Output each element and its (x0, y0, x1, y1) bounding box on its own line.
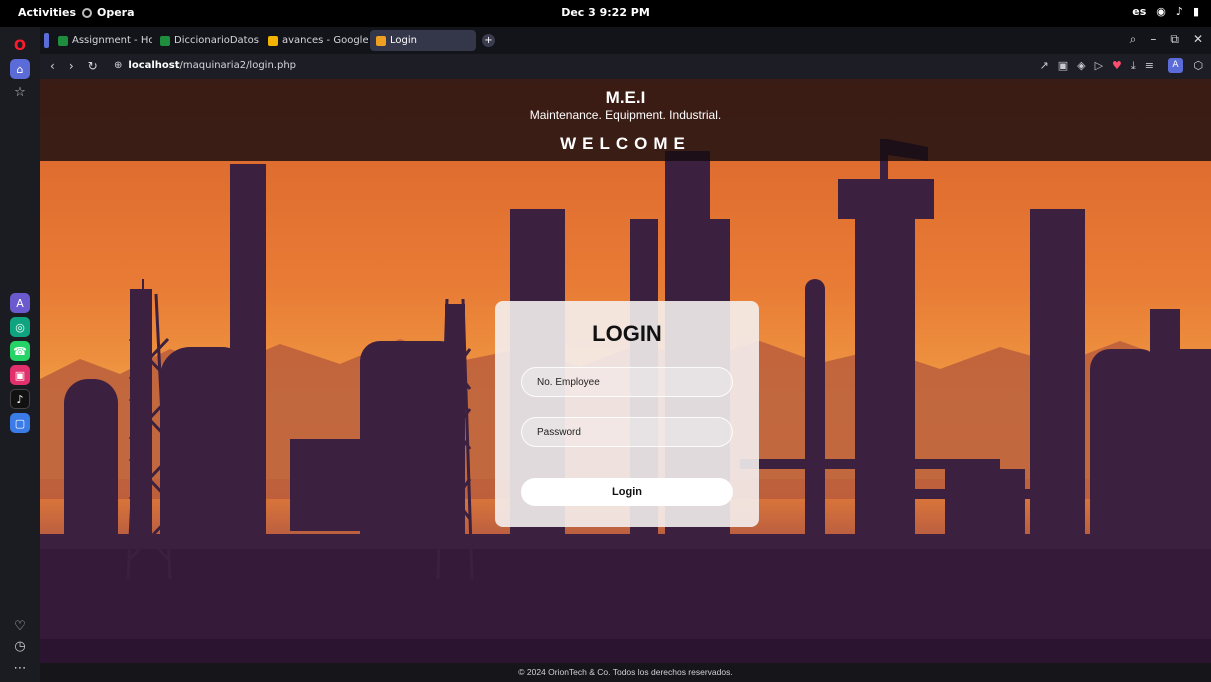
download-icon[interactable]: ⤓ (1131, 59, 1136, 73)
back-icon[interactable]: ‹ (50, 59, 55, 73)
window-controls: ⌕ – ⧉ ✕ (1130, 32, 1203, 47)
easy-setup-icon[interactable]: ≡ (1145, 59, 1154, 73)
messenger-icon[interactable]: ▢ (10, 413, 30, 433)
vpn-icon[interactable]: ◈ (1077, 59, 1085, 73)
employee-number-input[interactable] (521, 367, 733, 397)
tab-label: Login (390, 35, 417, 46)
new-tab-button[interactable]: + (482, 34, 495, 47)
workspace-indicator[interactable] (44, 33, 49, 48)
site-tagline: Maintenance. Equipment. Industrial. (529, 108, 722, 122)
address-bar: ‹ › ↻ ⊕ localhost/maquinaria2/login.php … (40, 54, 1211, 79)
extensions-icon[interactable]: ⬡ (1193, 59, 1203, 72)
heart-icon[interactable]: ♥ (1112, 59, 1122, 73)
language-indicator[interactable]: es (1132, 5, 1146, 18)
player-icon[interactable]: ▷ (1095, 59, 1103, 73)
google-drive-icon (268, 35, 278, 46)
bookmarks-icon[interactable]: ☆ (10, 85, 30, 103)
login-button[interactable]: Login (521, 478, 733, 506)
activities-button[interactable]: Activities (18, 6, 76, 19)
home-icon[interactable]: ⌂ (10, 59, 30, 79)
profile-avatar[interactable]: A (1168, 58, 1183, 73)
volume-icon: ♪ (1175, 5, 1183, 18)
chatgpt-icon[interactable]: ◎ (10, 317, 30, 337)
forward-icon[interactable]: › (69, 59, 74, 73)
restore-icon[interactable]: ⧉ (1170, 32, 1179, 47)
url-field[interactable]: ⊕ localhost/maquinaria2/login.php (114, 60, 296, 71)
site-header: M.E.I Maintenance. Equipment. Industrial… (40, 79, 1211, 161)
tab-login[interactable]: Login (370, 30, 476, 51)
login-card: LOGIN Login (495, 301, 759, 527)
opera-app-icon (82, 7, 92, 18)
site-favicon-icon (376, 35, 386, 46)
sheets-icon (58, 35, 68, 46)
tab-label: DiccionarioDatos.xls (174, 35, 260, 46)
instagram-icon[interactable]: ▣ (10, 365, 30, 385)
snapshot-icon[interactable]: ▣ (1058, 59, 1068, 73)
url-path: /maquinaria2/login.php (179, 60, 297, 71)
browser-sidebar: O ⌂ ☆ A ◎ ☎ ▣ ♪ ▢ ♡ ◷ ⋯ (0, 27, 40, 682)
share-icon[interactable]: ↗ (1039, 59, 1048, 73)
favorites-icon[interactable]: ♡ (10, 619, 30, 637)
login-title: LOGIN (592, 321, 662, 346)
tab-assignment[interactable]: Assignment - Hojas (52, 30, 152, 51)
system-tray[interactable]: es ◉ ♪ ▮ (1132, 5, 1199, 18)
history-icon[interactable]: ◷ (10, 639, 30, 657)
battery-icon: ▮ (1192, 5, 1199, 18)
wifi-icon: ◉ (1156, 5, 1166, 18)
close-icon[interactable]: ✕ (1193, 32, 1203, 47)
tab-diccionario[interactable]: DiccionarioDatos.xls (154, 30, 260, 51)
tab-avances[interactable]: avances - Google Dr (262, 30, 368, 51)
nav-controls: ‹ › ↻ (50, 59, 98, 73)
minimize-icon[interactable]: – (1150, 32, 1156, 47)
site-footer: © 2024 OrionTech & Co. Todos los derecho… (40, 663, 1211, 682)
site-info-icon[interactable]: ⊕ (114, 60, 122, 71)
site-brand: M.E.I (605, 88, 646, 107)
app-menu[interactable]: Opera (82, 6, 135, 19)
tab-strip: Assignment - Hojas DiccionarioDatos.xls … (40, 27, 1211, 54)
search-tabs-icon[interactable]: ⌕ (1130, 32, 1137, 47)
more-icon[interactable]: ⋯ (10, 661, 30, 679)
system-top-bar: Activities Opera Dec 3 9:22 PM es ◉ ♪ ▮ (0, 0, 1211, 27)
opera-logo-icon[interactable]: O (10, 36, 30, 56)
url-host: localhost (128, 60, 180, 71)
reload-icon[interactable]: ↻ (88, 59, 98, 73)
toolbar-icons: ↗ ▣ ◈ ▷ ♥ ⤓ ≡ (1039, 59, 1181, 73)
aria-icon[interactable]: A (10, 293, 30, 313)
web-page: M.E.I Maintenance. Equipment. Industrial… (40, 79, 1211, 663)
password-input[interactable] (521, 417, 733, 447)
tiktok-icon[interactable]: ♪ (10, 389, 30, 409)
tab-label: Assignment - Hojas (72, 35, 152, 46)
whatsapp-icon[interactable]: ☎ (10, 341, 30, 361)
sheets-icon (160, 35, 170, 46)
welcome-heading: WELCOME (560, 134, 691, 153)
tab-label: avances - Google Dr (282, 35, 368, 46)
clock[interactable]: Dec 3 9:22 PM (0, 6, 1211, 19)
app-name: Opera (97, 6, 135, 19)
